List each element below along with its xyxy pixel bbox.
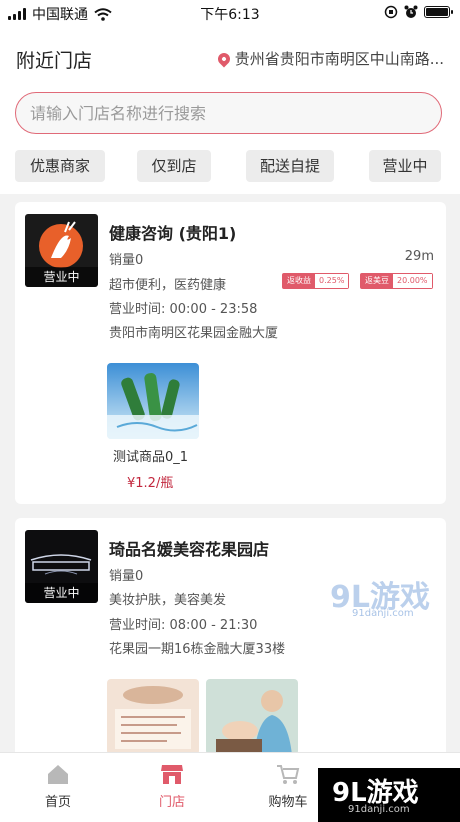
filter-in-store-only[interactable]: 仅到店 [137,150,211,182]
orientation-lock-icon [384,5,398,19]
goods-image[interactable] [107,679,199,755]
watermark-overlay: 9L游戏 91danji.com [318,768,460,822]
watermark-domain-bottom: 91danji.com [348,804,410,815]
cart-icon [277,765,300,784]
massage-photo-image [107,679,199,755]
goods-name[interactable]: 测试商品0_1 [113,446,188,465]
beans-tag: 返美豆 20.00% [360,273,433,289]
filter-discount-merchants[interactable]: 优惠商家 [15,150,105,182]
store-logo: 营业中 [25,530,98,603]
store-sales: 销量0 [109,253,144,268]
beans-tag-key: 返美豆 [361,274,393,288]
search-input[interactable] [15,92,442,134]
alarm-icon [404,5,418,18]
status-badge: 营业中 [25,267,98,287]
store-card[interactable]: 营业中 琦品名媛美容花果园店 销量0 美妆护肤，美容美发 营业时间: 08:00… [15,518,446,758]
goods-price: ¥1.2/瓶 [127,476,174,491]
cashback-tag-value: 0.25% [315,274,349,288]
store-logo: 营业中 [25,214,98,287]
filter-open-now[interactable]: 营业中 [369,150,441,182]
store-category: 超市便利，医药健康 [109,278,227,293]
location-pin-icon [215,50,233,67]
filter-delivery-pickup[interactable]: 配送自提 [246,150,334,182]
filter-bar: 优惠商家 仅到店 配送自提 营业中 [0,144,460,194]
page-title: 附近门店 [16,50,93,72]
goods-image[interactable] [206,679,298,755]
beans-tag-value: 20.00% [393,274,432,288]
store-card[interactable]: 营业中 健康咨询 (贵阳1) 销量0 29m 超市便利，医药健康 返收益 0.2… [15,202,446,504]
store-icon [161,765,183,784]
status-badge: 营业中 [25,583,98,603]
status-bar: 中国联通 下午6:13 [0,0,460,26]
watermark-domain: 91danji.com [352,608,414,619]
store-distance: 29m [404,249,434,264]
search-bar [0,90,460,144]
goods-image[interactable] [107,363,199,439]
battery-icon [424,6,453,18]
store-hours: 营业时间: 00:00 - 23:58 [109,302,258,317]
store-address: 贵阳市南明区花果园金融大厦 [109,326,279,341]
cashback-tag: 返收益 0.25% [282,273,350,289]
tab-home-label: 首页 [44,795,71,810]
location-selector[interactable]: 贵州省贵阳市南明区中山南路... [215,48,444,69]
facial-treatment-image [206,679,298,755]
store-hours: 营业时间: 08:00 - 21:30 [109,618,258,633]
tab-cart-label: 购物车 [268,795,308,810]
store-category: 美妆护肤，美容美发 [109,593,227,608]
tab-cart[interactable]: 购物车 [248,763,328,810]
store-name[interactable]: 健康咨询 (贵阳1) [109,220,236,244]
store-name[interactable]: 琦品名媛美容花果园店 [109,536,269,560]
location-text: 贵州省贵阳市南明区中山南路... [234,50,444,68]
home-icon [48,765,68,784]
header: 附近门店 贵州省贵阳市南明区中山南路... [0,26,460,90]
tab-home[interactable]: 首页 [18,763,98,810]
bottled-drink-image [107,363,199,439]
store-address: 花果园一期16栋金融大厦33楼 [109,642,286,657]
tab-stores[interactable]: 门店 [132,763,212,810]
store-sales: 销量0 [109,569,144,584]
tab-stores-label: 门店 [158,795,185,810]
cashback-tag-key: 返收益 [283,274,315,288]
